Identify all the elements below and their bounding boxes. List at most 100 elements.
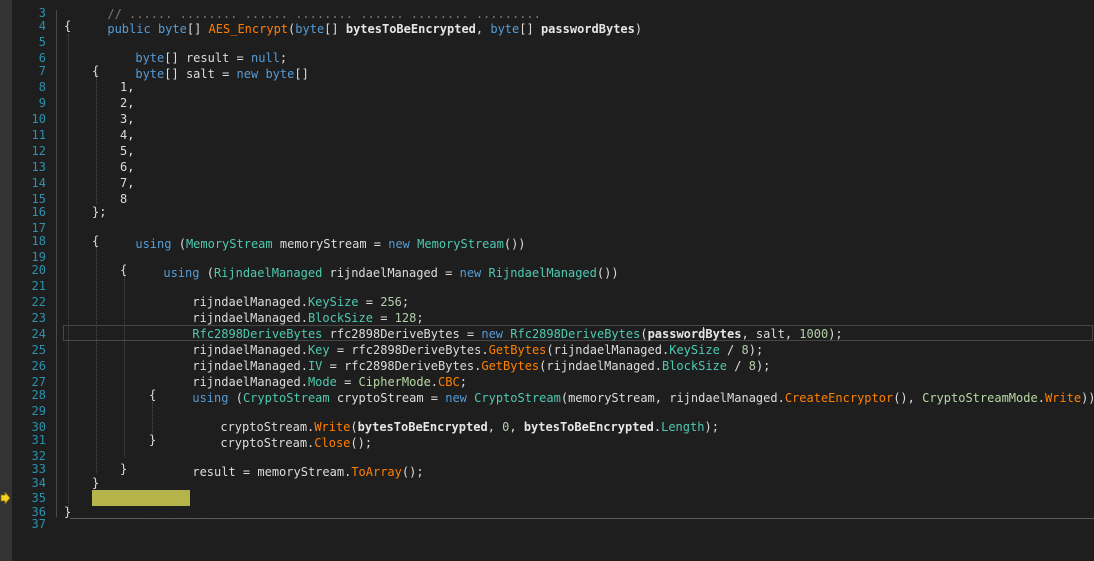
code-line-22[interactable]: rijndaelManaged.BlockSize = 128; bbox=[149, 294, 423, 325]
token: byte bbox=[295, 22, 325, 36]
token: [] salt = bbox=[164, 67, 237, 81]
line-number: 11 bbox=[31, 128, 46, 142]
code-line-11[interactable]: 4, bbox=[120, 127, 134, 143]
token: ToArray bbox=[351, 465, 402, 479]
token: { bbox=[120, 263, 128, 277]
code-line-10[interactable]: 3, bbox=[120, 111, 134, 127]
line-number: 37 bbox=[31, 517, 46, 531]
token: { bbox=[64, 19, 72, 33]
line-number: 9 bbox=[38, 96, 46, 110]
token: } bbox=[64, 505, 72, 519]
code-line-27[interactable]: using (CryptoStream cryptoStream = new C… bbox=[149, 374, 1094, 405]
token: byte bbox=[135, 67, 165, 81]
code-line-18[interactable]: { bbox=[92, 233, 99, 249]
code-line-33[interactable]: } bbox=[120, 461, 127, 477]
token: Write bbox=[1044, 391, 1082, 405]
token: 4, bbox=[120, 128, 135, 142]
token: { bbox=[149, 388, 157, 402]
token: ); bbox=[828, 327, 843, 341]
token: } bbox=[149, 433, 157, 447]
method-separator bbox=[70, 518, 1094, 519]
line-number: 7 bbox=[38, 64, 46, 78]
token: ()) bbox=[596, 266, 619, 280]
line-number: 28 bbox=[31, 388, 46, 402]
token: bytesToBeEncrypted bbox=[357, 420, 488, 434]
code-line-8[interactable]: 1, bbox=[120, 79, 134, 95]
token: } bbox=[120, 462, 128, 476]
token: { bbox=[92, 234, 100, 248]
token: / bbox=[727, 359, 749, 373]
code-line-4[interactable]: { bbox=[64, 18, 71, 34]
line-number: 18 bbox=[31, 234, 46, 248]
token: (), bbox=[893, 391, 923, 405]
code-line-19[interactable]: using (RijndaelManaged rijndaelManaged =… bbox=[120, 249, 618, 280]
line-number: 34 bbox=[31, 476, 46, 490]
code-line-5[interactable]: byte[] result = null; bbox=[92, 34, 287, 65]
text-caret bbox=[703, 327, 704, 340]
token: [] bbox=[294, 67, 309, 81]
token: } bbox=[92, 476, 100, 490]
token: 3, bbox=[120, 112, 135, 126]
code-line-32[interactable]: result = memoryStream.ToArray(); bbox=[149, 448, 423, 479]
code-line-26[interactable]: rijndaelManaged.Mode = CipherMode.CBC; bbox=[149, 358, 467, 389]
token: 5, bbox=[120, 144, 135, 158]
code-line-30[interactable]: cryptoStream.Close(); bbox=[177, 419, 372, 450]
code-line-12[interactable]: 5, bbox=[120, 143, 134, 159]
line-number: 4 bbox=[38, 19, 46, 33]
line-number: 5 bbox=[38, 35, 46, 49]
code-line-34[interactable]: } bbox=[92, 475, 99, 491]
code-line-28[interactable]: { bbox=[149, 387, 156, 403]
code-line-29[interactable]: cryptoStream.Write(bytesToBeEncrypted, 0… bbox=[177, 403, 719, 434]
code-line-31[interactable]: } bbox=[149, 432, 156, 448]
code-line-6[interactable]: byte[] salt = new byte[] bbox=[92, 50, 308, 81]
token: BlockSize bbox=[661, 359, 728, 373]
line-number: 14 bbox=[31, 176, 46, 190]
line-number: 20 bbox=[31, 263, 46, 277]
token: , bbox=[487, 420, 503, 434]
indent-guide bbox=[68, 34, 69, 510]
code-line-25[interactable]: rijndaelManaged.IV = rfc2898DeriveBytes.… bbox=[149, 342, 770, 373]
token: (rijndaelManaged. bbox=[539, 359, 662, 373]
token: { bbox=[92, 64, 100, 78]
line-number: 21 bbox=[31, 279, 46, 293]
code-line-7[interactable]: { bbox=[92, 63, 99, 79]
token: byte bbox=[490, 22, 520, 36]
token: 8 bbox=[120, 192, 128, 206]
token: passwordBytes bbox=[540, 22, 635, 36]
code-line-14[interactable]: 7, bbox=[120, 175, 134, 191]
line-number: 23 bbox=[31, 311, 46, 325]
code-editor[interactable]: // ...... ........ ...... ........ .....… bbox=[0, 0, 1094, 561]
token: ); bbox=[704, 420, 719, 434]
indent-guide bbox=[96, 246, 97, 474]
code-line-9[interactable]: 2, bbox=[120, 95, 134, 111]
line-number: 16 bbox=[31, 205, 46, 219]
code-line-3[interactable]: public byte[] AES_Encrypt(byte[] bytesTo… bbox=[64, 5, 642, 36]
token: bytesToBeEncrypted bbox=[345, 22, 476, 36]
line-number: 22 bbox=[31, 295, 46, 309]
code-line-21[interactable]: rijndaelManaged.KeySize = 256; bbox=[149, 278, 409, 309]
line-number: 13 bbox=[31, 160, 46, 174]
code-line-35[interactable]: return result; bbox=[93, 490, 237, 521]
code-line-17[interactable]: using (MemoryStream memoryStream = new M… bbox=[92, 220, 525, 251]
token: 1000 bbox=[799, 327, 829, 341]
token: bytesToBeEncrypted bbox=[523, 420, 654, 434]
token: , bbox=[509, 420, 524, 434]
code-line-20[interactable]: { bbox=[120, 262, 127, 278]
token: )) bbox=[1081, 391, 1094, 405]
token: 8 bbox=[748, 359, 756, 373]
token: [] bbox=[519, 22, 541, 36]
token: new bbox=[459, 266, 482, 280]
line-number: 12 bbox=[31, 144, 46, 158]
code-line-16[interactable]: }; bbox=[92, 204, 106, 220]
code-line-13[interactable]: 6, bbox=[120, 159, 134, 175]
code-line-24[interactable]: rijndaelManaged.Key = rfc2898DeriveBytes… bbox=[149, 326, 763, 357]
line-number: 31 bbox=[31, 433, 46, 447]
code-line-23[interactable]: Rfc2898DeriveBytes rfc2898DeriveBytes = … bbox=[149, 310, 842, 341]
token: ) bbox=[634, 22, 643, 36]
line-number: 24 bbox=[31, 327, 46, 341]
code-area[interactable]: // ...... ........ ...... ........ .....… bbox=[0, 0, 1094, 561]
token: 6, bbox=[120, 160, 135, 174]
token: new bbox=[236, 67, 259, 81]
token: GetBytes bbox=[481, 359, 540, 373]
code-line-15[interactable]: 8 bbox=[120, 191, 127, 207]
